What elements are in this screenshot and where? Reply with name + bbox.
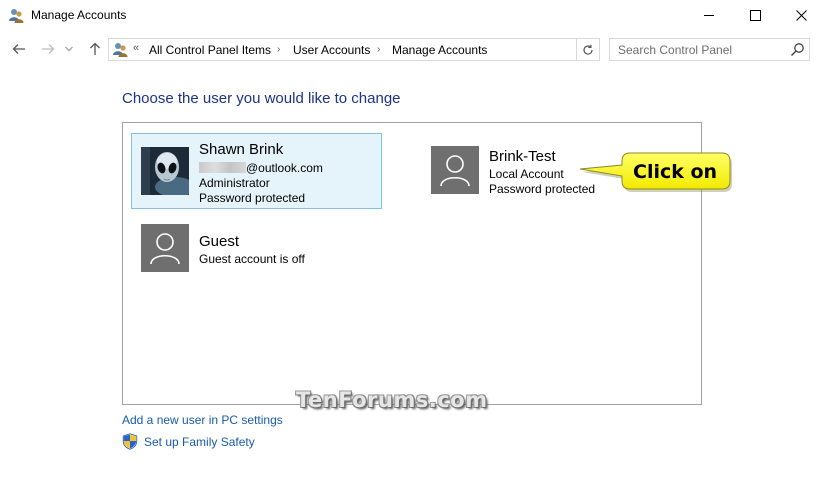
search-icon[interactable] <box>790 42 805 57</box>
alien-avatar-icon <box>141 147 189 195</box>
forward-arrow-icon <box>42 44 55 54</box>
close-icon <box>795 9 807 21</box>
forward-button[interactable] <box>39 40 57 58</box>
search-input[interactable] <box>610 39 786 60</box>
account-email-suffix: @outlook.com <box>246 161 323 175</box>
redacted-email <box>199 162 246 173</box>
address-bar[interactable]: « All Control Panel Items › User Account… <box>108 38 679 61</box>
account-type: Local Account <box>489 167 564 181</box>
breadcrumb-user-accounts[interactable]: User Accounts <box>293 43 370 57</box>
maximize-button[interactable] <box>732 0 778 30</box>
close-button[interactable] <box>778 0 824 30</box>
up-button[interactable] <box>86 40 104 58</box>
family-safety-link[interactable]: Set up Family Safety <box>144 435 255 449</box>
search-box[interactable] <box>609 38 810 61</box>
up-arrow-icon <box>90 42 100 55</box>
add-new-user-link[interactable]: Add a new user in PC settings <box>122 413 283 427</box>
back-arrow-icon <box>12 44 25 54</box>
user-accounts-icon <box>9 9 24 23</box>
account-guest[interactable]: Guest Guest account is off <box>131 218 351 294</box>
default-user-icon <box>431 146 479 194</box>
account-name: Shawn Brink <box>199 141 284 158</box>
shield-icon <box>122 433 138 450</box>
recent-locations-icon <box>65 46 73 52</box>
recent-locations-button[interactable] <box>64 40 74 58</box>
refresh-icon <box>583 44 593 55</box>
default-user-icon <box>141 224 189 272</box>
account-shawn-brink[interactable]: Shawn Brink @outlook.com Administrator P… <box>131 133 382 209</box>
minimize-button[interactable] <box>686 0 732 30</box>
breadcrumb-manage-accounts[interactable]: Manage Accounts <box>392 43 487 57</box>
page-heading: Choose the user you would like to change <box>122 90 401 107</box>
back-button[interactable] <box>10 40 28 58</box>
navigation-bar: « All Control Panel Items › User Account… <box>0 34 824 64</box>
window-title: Manage Accounts <box>31 8 127 22</box>
breadcrumb-separator[interactable]: › <box>377 44 380 55</box>
account-email: @outlook.com <box>199 161 323 175</box>
callout-text: Click on <box>633 161 718 183</box>
account-type: Administrator <box>199 176 270 190</box>
click-on-callout: Click on <box>578 150 734 194</box>
refresh-button[interactable] <box>577 38 600 61</box>
account-status: Password protected <box>199 191 306 205</box>
title-bar: Manage Accounts <box>0 0 824 32</box>
account-name: Guest <box>199 233 240 250</box>
account-name: Brink-Test <box>489 148 556 165</box>
control-panel-icon <box>113 43 128 57</box>
address-overflow[interactable]: « <box>133 42 139 54</box>
breadcrumb-separator[interactable]: › <box>277 44 280 55</box>
breadcrumb-all-control-panel-items[interactable]: All Control Panel Items <box>149 43 271 57</box>
minimize-icon <box>703 14 714 16</box>
account-status: Guest account is off <box>199 252 305 266</box>
watermark: TenForums.com <box>296 388 488 412</box>
maximize-icon <box>749 9 761 21</box>
